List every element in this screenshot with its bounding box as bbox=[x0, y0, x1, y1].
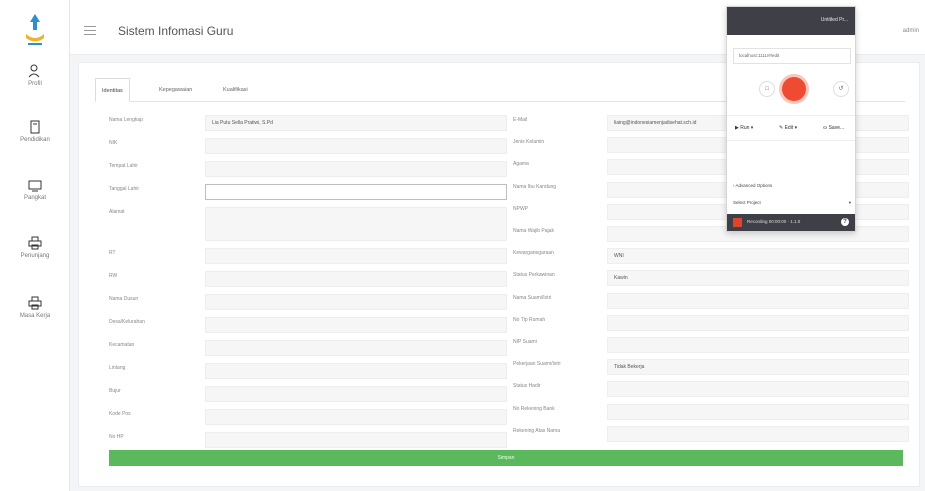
printer-icon bbox=[28, 296, 42, 310]
field-label: Kewarganegaraan bbox=[513, 250, 554, 257]
field-label: E-Mail bbox=[513, 117, 528, 123]
sidebar: Profil Pendidikan Pangkat Penunjang Masa… bbox=[0, 0, 70, 491]
field-input[interactable] bbox=[205, 294, 507, 310]
field-label: Status Perkawinan bbox=[513, 272, 555, 279]
field-label: Jenis Kelamin bbox=[513, 139, 545, 146]
field-input[interactable] bbox=[205, 409, 507, 425]
run-label: Run bbox=[740, 125, 750, 131]
save-button[interactable]: Simpan bbox=[109, 450, 903, 466]
field-input[interactable] bbox=[205, 363, 507, 379]
field-label: Nama Dusun bbox=[109, 296, 139, 302]
user-menu[interactable]: admin bbox=[903, 28, 919, 34]
field-input[interactable] bbox=[205, 340, 507, 356]
recorder-popup: Untitled Pr... localhost:1111/#/edit □ ↺… bbox=[726, 6, 856, 232]
sidebar-item-label: Profil bbox=[28, 81, 42, 87]
tab-identitas[interactable]: Identitas bbox=[95, 78, 130, 102]
field-label: Nama Wajib Pajak bbox=[513, 228, 554, 234]
field-input[interactable]: Kawin bbox=[607, 270, 909, 287]
edit-label: Edit bbox=[784, 125, 794, 131]
field-input[interactable] bbox=[205, 248, 507, 264]
sidebar-item-pendidikan[interactable]: Pendidikan bbox=[0, 120, 70, 143]
field-label: RW bbox=[109, 273, 118, 279]
field-label: Lintang bbox=[109, 365, 126, 371]
field-label: Alamat bbox=[109, 209, 125, 215]
monitor-icon bbox=[28, 180, 42, 192]
field-input[interactable] bbox=[607, 314, 909, 331]
sidebar-item-label: Pangkat bbox=[23, 195, 47, 201]
edit-button[interactable]: ✎ Edit ▾ bbox=[779, 125, 797, 131]
field-label: Desa/Kelurahan bbox=[109, 319, 145, 325]
field-label: No HP bbox=[109, 434, 124, 440]
record-button[interactable] bbox=[779, 74, 809, 104]
field-label: Pekerjaan Suami/Istri bbox=[513, 361, 561, 368]
field-input[interactable] bbox=[607, 292, 909, 309]
app-logo bbox=[26, 14, 44, 45]
field-label: No Rekening Bank bbox=[513, 405, 555, 412]
field-label: Bujur bbox=[109, 388, 121, 394]
field-label: NIP Suami bbox=[513, 339, 537, 345]
field-input[interactable] bbox=[205, 432, 507, 448]
undo-icon[interactable]: ↺ bbox=[833, 81, 849, 97]
page-title: Sistem Infomasi Guru bbox=[118, 24, 234, 38]
field-input[interactable] bbox=[205, 317, 507, 333]
field-label: No Tlp Rumah bbox=[513, 316, 546, 323]
save-label: Save... bbox=[828, 125, 845, 131]
field-input[interactable] bbox=[607, 381, 909, 398]
tab-kepegawaian[interactable]: Kepegawaian bbox=[153, 78, 198, 102]
menu-icon[interactable] bbox=[84, 26, 96, 35]
project-title[interactable]: Untitled Pr... bbox=[821, 17, 848, 23]
field-input[interactable] bbox=[205, 138, 507, 154]
field-input[interactable] bbox=[205, 184, 507, 200]
sidebar-item-masa-kerja[interactable]: Masa Kerja bbox=[0, 296, 70, 319]
field-label: Kode Pos bbox=[109, 411, 131, 417]
field-input[interactable] bbox=[205, 271, 507, 287]
field-label: Agama bbox=[513, 161, 529, 168]
field-label: Tempat Lahir bbox=[109, 163, 138, 169]
sidebar-item-label: Masa Kerja bbox=[19, 313, 51, 319]
field-label: Nama Suami/Istri bbox=[513, 294, 552, 301]
field-label: Nama Lengkap bbox=[109, 117, 143, 123]
stop-icon[interactable]: □ bbox=[759, 81, 775, 97]
field-label: Tanggal Lahir bbox=[109, 186, 140, 192]
recording-status: Recording 00:00:00 · 1.1.0 bbox=[747, 219, 801, 224]
help-icon[interactable]: ? bbox=[841, 218, 849, 226]
project-select[interactable]: Select Project ▾ bbox=[733, 200, 851, 206]
field-input[interactable] bbox=[205, 207, 507, 241]
project-select-label: Select Project bbox=[733, 200, 761, 205]
tab-kualifikasi[interactable]: Kualifikasi bbox=[217, 78, 254, 102]
advanced-options-toggle[interactable]: › Advanced Options bbox=[733, 183, 772, 188]
field-input[interactable] bbox=[607, 337, 909, 353]
recorder-toolbar: ▶ Run ▾ ✎ Edit ▾ ⛀ Save... bbox=[727, 115, 855, 141]
recorder-footer: Recording 00:00:00 · 1.1.0 ? bbox=[727, 214, 855, 231]
sidebar-item-pangkat[interactable]: Pangkat bbox=[0, 178, 70, 201]
sidebar-item-profil[interactable]: Profil bbox=[0, 64, 70, 87]
save-project-button[interactable]: ⛀ Save... bbox=[823, 125, 844, 131]
sidebar-item-penunjang[interactable]: Penunjang bbox=[0, 236, 70, 259]
run-button[interactable]: ▶ Run ▾ bbox=[735, 125, 753, 131]
field-label: NPWP bbox=[513, 205, 528, 212]
field-input[interactable] bbox=[205, 161, 507, 177]
field-input[interactable]: Tidak Bekerja bbox=[607, 359, 909, 376]
document-icon bbox=[30, 120, 40, 134]
advanced-label: Advanced Options bbox=[735, 183, 773, 188]
field-input[interactable] bbox=[205, 386, 507, 402]
printer-icon bbox=[28, 236, 42, 250]
field-label: Kecamatan bbox=[109, 342, 135, 348]
field-label: NIK bbox=[109, 140, 118, 146]
field-label: Rekening Atas Nama bbox=[513, 427, 560, 434]
field-input[interactable]: Lia Putu Sella Pratiwi, S.Pd bbox=[205, 115, 507, 131]
recorder-url-field[interactable]: localhost:1111/#/edit bbox=[733, 48, 851, 64]
recorder-header: Untitled Pr... bbox=[727, 7, 855, 35]
field-label: RT bbox=[109, 250, 116, 256]
sidebar-item-label: Pendidikan bbox=[20, 137, 50, 143]
field-input[interactable]: WNI bbox=[607, 248, 909, 265]
field-input[interactable] bbox=[607, 425, 909, 442]
field-input[interactable] bbox=[607, 403, 909, 420]
chevron-down-icon: ▾ bbox=[848, 200, 851, 205]
user-icon bbox=[28, 64, 40, 78]
field-label: Nama Ibu Kandung bbox=[513, 183, 557, 190]
field-label: Status Hadir bbox=[513, 383, 541, 390]
recording-badge-icon bbox=[733, 218, 742, 227]
sidebar-item-label: Penunjang bbox=[20, 253, 50, 259]
